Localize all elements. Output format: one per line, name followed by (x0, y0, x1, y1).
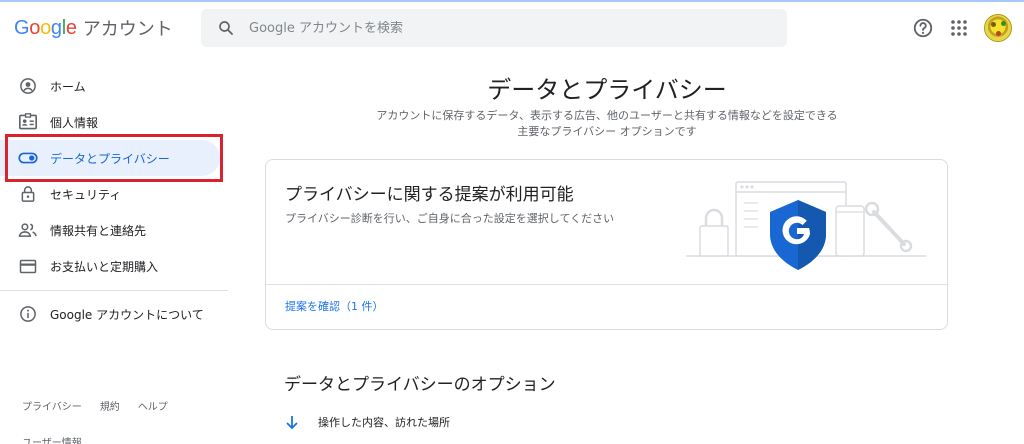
privacy-shield-illustration (686, 181, 926, 270)
sidebar-item-home[interactable]: ホーム (0, 68, 228, 104)
sidebar-divider (0, 290, 228, 291)
option-activity-location[interactable]: 操作した内容、訪れた場所 (284, 414, 450, 430)
annotation-highlight-box (5, 134, 223, 182)
apps-grid-icon[interactable] (950, 19, 968, 37)
footer-links: プライバシー 規約 ヘルプ (22, 398, 168, 413)
logo-product-name: アカウント (82, 19, 173, 40)
section-title: データとプライバシーのオプション (284, 375, 556, 395)
avatar-detail (991, 22, 996, 27)
avatar-detail (996, 31, 1001, 36)
sidebar-item-label: ホーム (50, 79, 86, 94)
privacy-suggestion-card: プライバシーに関する提案が利用可能 プライバシー診断を行い、ご自身に合った設定を… (265, 159, 948, 330)
page-description-line: 主要なプライバシー オプションです (517, 125, 697, 138)
footer-privacy-link[interactable]: プライバシー (22, 398, 82, 413)
people-icon (18, 220, 38, 240)
google-account-logo[interactable]: Google アカウント (14, 14, 173, 42)
page-description-line: アカウントに保存するデータ、表示する広告、他のユーザーと共有する情報などを設定で… (376, 109, 838, 122)
wordmark-letter: o (29, 16, 41, 39)
footer-help-link[interactable]: ヘルプ (138, 398, 168, 413)
sidebar-item-label: 情報共有と連絡先 (50, 223, 147, 238)
footer-terms-link[interactable]: 規約 (100, 398, 120, 413)
info-icon (18, 304, 38, 324)
arrow-down-icon (286, 416, 298, 430)
wordmark-letter: e (65, 16, 77, 39)
option-label: 操作した内容、訪れた場所 (318, 416, 450, 429)
sidebar-item-about[interactable]: Google アカウントについて (0, 296, 228, 332)
avatar-detail (1001, 21, 1006, 26)
sidebar-item-payments[interactable]: お支払いと定期購入 (0, 248, 228, 284)
page-description: アカウントに保存するデータ、表示する広告、他のユーザーと共有する情報などを設定で… (340, 108, 874, 140)
sidebar-item-sharing[interactable]: 情報共有と連絡先 (0, 212, 228, 248)
account-avatar[interactable] (984, 14, 1012, 42)
sidebar-item-label: 個人情報 (50, 115, 99, 130)
google-wordmark: Google (14, 17, 77, 40)
card-divider (266, 284, 947, 285)
search-icon[interactable] (217, 19, 235, 37)
lock-icon (18, 184, 38, 204)
review-suggestions-link[interactable]: 提案を確認（1 件） (285, 298, 384, 314)
card-description: プライバシー診断を行い、ご自身に合った設定を選択してください (285, 212, 615, 225)
page-title: データとプライバシー (487, 76, 727, 104)
card-title: プライバシーに関する提案が利用可能 (285, 185, 574, 205)
wordmark-letter: G (14, 16, 30, 39)
home-account-icon (18, 76, 38, 96)
google-wordmark-letters: Google (14, 17, 77, 39)
sidebar-item-label: セキュリティ (50, 187, 122, 202)
sidebar-item-label: Google アカウントについて (50, 307, 204, 322)
footer-user-info-link[interactable]: ユーザー情報 (22, 434, 82, 444)
app-header: Google アカウント (0, 2, 1024, 54)
wordmark-letter: g (50, 16, 62, 39)
badge-icon (18, 112, 38, 132)
sidebar-item-label: お支払いと定期購入 (50, 259, 159, 274)
credit-card-icon (18, 256, 38, 276)
wordmark-letter: o (40, 16, 51, 39)
sidebar-about: Google アカウントについて (0, 296, 228, 332)
search-bar[interactable] (201, 9, 787, 47)
help-icon[interactable] (912, 17, 934, 39)
search-input[interactable] (249, 20, 749, 36)
